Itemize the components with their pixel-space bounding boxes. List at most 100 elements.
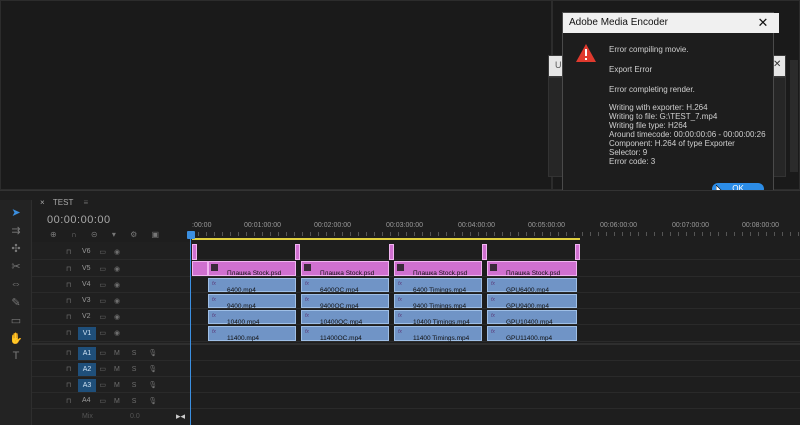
clip-marker[interactable] [482, 244, 487, 260]
sync-lock-icon[interactable]: ▭ [99, 350, 106, 357]
lock-icon[interactable]: ⊓ [66, 382, 71, 389]
lock-icon[interactable]: ⊓ [66, 366, 71, 373]
lock-icon[interactable]: ⊓ [66, 266, 71, 273]
sync-lock-icon[interactable]: ▭ [99, 282, 106, 289]
add-marker-icon[interactable]: ▾ [112, 230, 116, 239]
mute-button[interactable]: M [114, 398, 120, 405]
clip-marker[interactable] [295, 244, 300, 260]
eye-icon[interactable]: ◉ [114, 282, 120, 289]
hand-tool-icon[interactable]: ✋ [8, 332, 24, 345]
sync-lock-icon[interactable]: ▭ [99, 366, 106, 373]
mix-value[interactable]: 0.0 [130, 413, 140, 420]
clip[interactable]: Плашка Stock.psd [208, 261, 296, 277]
eye-icon[interactable]: ◉ [114, 298, 120, 305]
sync-lock-icon[interactable]: ▭ [99, 330, 106, 337]
snap-icon[interactable]: ∩ [71, 230, 77, 239]
clip[interactable]: GPU9400.mp4 [487, 294, 577, 310]
clip[interactable]: 11400.mp4 [208, 326, 296, 342]
clip-label: GPU10400.mp4 [506, 319, 553, 326]
eye-icon[interactable]: ◉ [114, 266, 120, 273]
microphone-icon[interactable]: 🎙 [148, 366, 157, 373]
clip[interactable]: Плашка Stock.psd [487, 261, 577, 277]
lock-icon[interactable]: ⊓ [66, 330, 71, 337]
mix-end-icon[interactable]: ▸◂ [176, 411, 185, 422]
mute-button[interactable]: M [114, 350, 120, 357]
clip[interactable]: 10400 Timings.mp4 [394, 310, 482, 326]
sync-lock-icon[interactable]: ▭ [99, 382, 106, 389]
clip[interactable] [192, 261, 208, 276]
panel-scrollbar[interactable] [790, 60, 798, 172]
nest-icon[interactable]: ⊕ [50, 230, 57, 239]
time-ruler[interactable]: :00:00 00:01:00:00 00:02:00:00 00:03:00:… [190, 218, 800, 240]
clip[interactable]: 6400 Timings.mp4 [394, 278, 482, 294]
playhead-line[interactable] [190, 238, 191, 425]
fx-icon: fx [491, 313, 495, 319]
timeline-tab[interactable]: × TEST ≡ [40, 198, 88, 207]
tab-menu-icon[interactable]: ≡ [83, 198, 88, 207]
tab-close-icon[interactable]: × [40, 198, 45, 207]
mute-button[interactable]: M [114, 382, 120, 389]
clip[interactable]: 6400.mp4 [208, 278, 296, 294]
sync-lock-icon[interactable]: ▭ [99, 314, 106, 321]
clip[interactable]: 9400OC.mp4 [301, 294, 389, 310]
clip-marker[interactable] [389, 244, 394, 260]
razor-tool-icon[interactable]: ✂ [8, 260, 24, 273]
selection-tool-icon[interactable]: ➤ [8, 206, 24, 219]
slip-tool-icon[interactable]: ⇔ [8, 278, 24, 290]
fx-icon: fx [212, 281, 216, 287]
playhead-handle[interactable] [187, 231, 195, 239]
sync-lock-icon[interactable]: ▭ [99, 249, 106, 256]
close-icon[interactable]: ✕ [753, 13, 773, 33]
eye-icon[interactable]: ◉ [114, 249, 120, 256]
clip[interactable]: Плашка Stock.psd [394, 261, 482, 277]
solo-button[interactable]: S [132, 382, 137, 389]
lock-icon[interactable]: ⊓ [66, 249, 71, 256]
v3-controls: ⊓ ▭ ◉ [66, 297, 120, 305]
lock-icon[interactable]: ⊓ [66, 398, 71, 405]
clip-marker[interactable] [575, 244, 580, 260]
sync-lock-icon[interactable]: ▭ [99, 398, 106, 405]
solo-button[interactable]: S [132, 398, 137, 405]
solo-button[interactable]: S [132, 366, 137, 373]
linked-selection-icon[interactable]: ⊝ [91, 230, 98, 239]
clip[interactable]: GPU6400.mp4 [487, 278, 577, 294]
background-dialog-close-icon[interactable]: ✕ [773, 59, 781, 70]
clip[interactable]: 6400OC.mp4 [301, 278, 389, 294]
clip-marker[interactable] [192, 244, 197, 260]
lock-icon[interactable]: ⊓ [66, 314, 71, 321]
clip[interactable]: 10400.mp4 [208, 310, 296, 326]
error-dialog-title: Adobe Media Encoder [569, 17, 668, 28]
clip[interactable]: 10400OC.mp4 [301, 310, 389, 326]
settings-icon[interactable]: ⚙ [130, 230, 137, 239]
microphone-icon[interactable]: 🎙 [148, 350, 157, 357]
ripple-edit-tool-icon[interactable]: ✣ [8, 242, 24, 255]
work-area-bar[interactable] [192, 238, 580, 240]
rectangle-tool-icon[interactable]: ▭ [8, 314, 24, 327]
microphone-icon[interactable]: 🎙 [148, 398, 157, 405]
type-tool-icon[interactable]: T [8, 350, 24, 362]
sync-lock-icon[interactable]: ▭ [99, 298, 106, 305]
lock-icon[interactable]: ⊓ [66, 282, 71, 289]
clip[interactable]: 11400 Timings.mp4 [394, 326, 482, 342]
eye-icon[interactable]: ◉ [114, 314, 120, 321]
clip[interactable]: 9400.mp4 [208, 294, 296, 310]
clip[interactable]: Плашка Stock.psd [301, 261, 389, 277]
lock-icon[interactable]: ⊓ [66, 350, 71, 357]
eye-icon[interactable]: ◉ [114, 330, 120, 337]
clip-label: Плашка Stock.psd [413, 270, 468, 277]
clip[interactable]: GPU10400.mp4 [487, 310, 577, 326]
image-thumbnail-icon [211, 264, 218, 271]
clip[interactable]: 9400 Timings.mp4 [394, 294, 482, 310]
solo-button[interactable]: S [132, 350, 137, 357]
sync-lock-icon[interactable]: ▭ [99, 266, 106, 273]
captions-icon[interactable]: ▣ [152, 230, 160, 239]
ruler-ticks [190, 232, 800, 236]
playhead-timecode[interactable]: 00:00:00:00 [47, 214, 111, 226]
clip[interactable]: GPU11400.mp4 [487, 326, 577, 342]
track-select-tool-icon[interactable]: ⇉ [8, 224, 24, 237]
lock-icon[interactable]: ⊓ [66, 298, 71, 305]
pen-tool-icon[interactable]: ✎ [8, 296, 24, 309]
microphone-icon[interactable]: 🎙 [148, 382, 157, 389]
clip[interactable]: 11400OC.mp4 [301, 326, 389, 342]
mute-button[interactable]: M [114, 366, 120, 373]
